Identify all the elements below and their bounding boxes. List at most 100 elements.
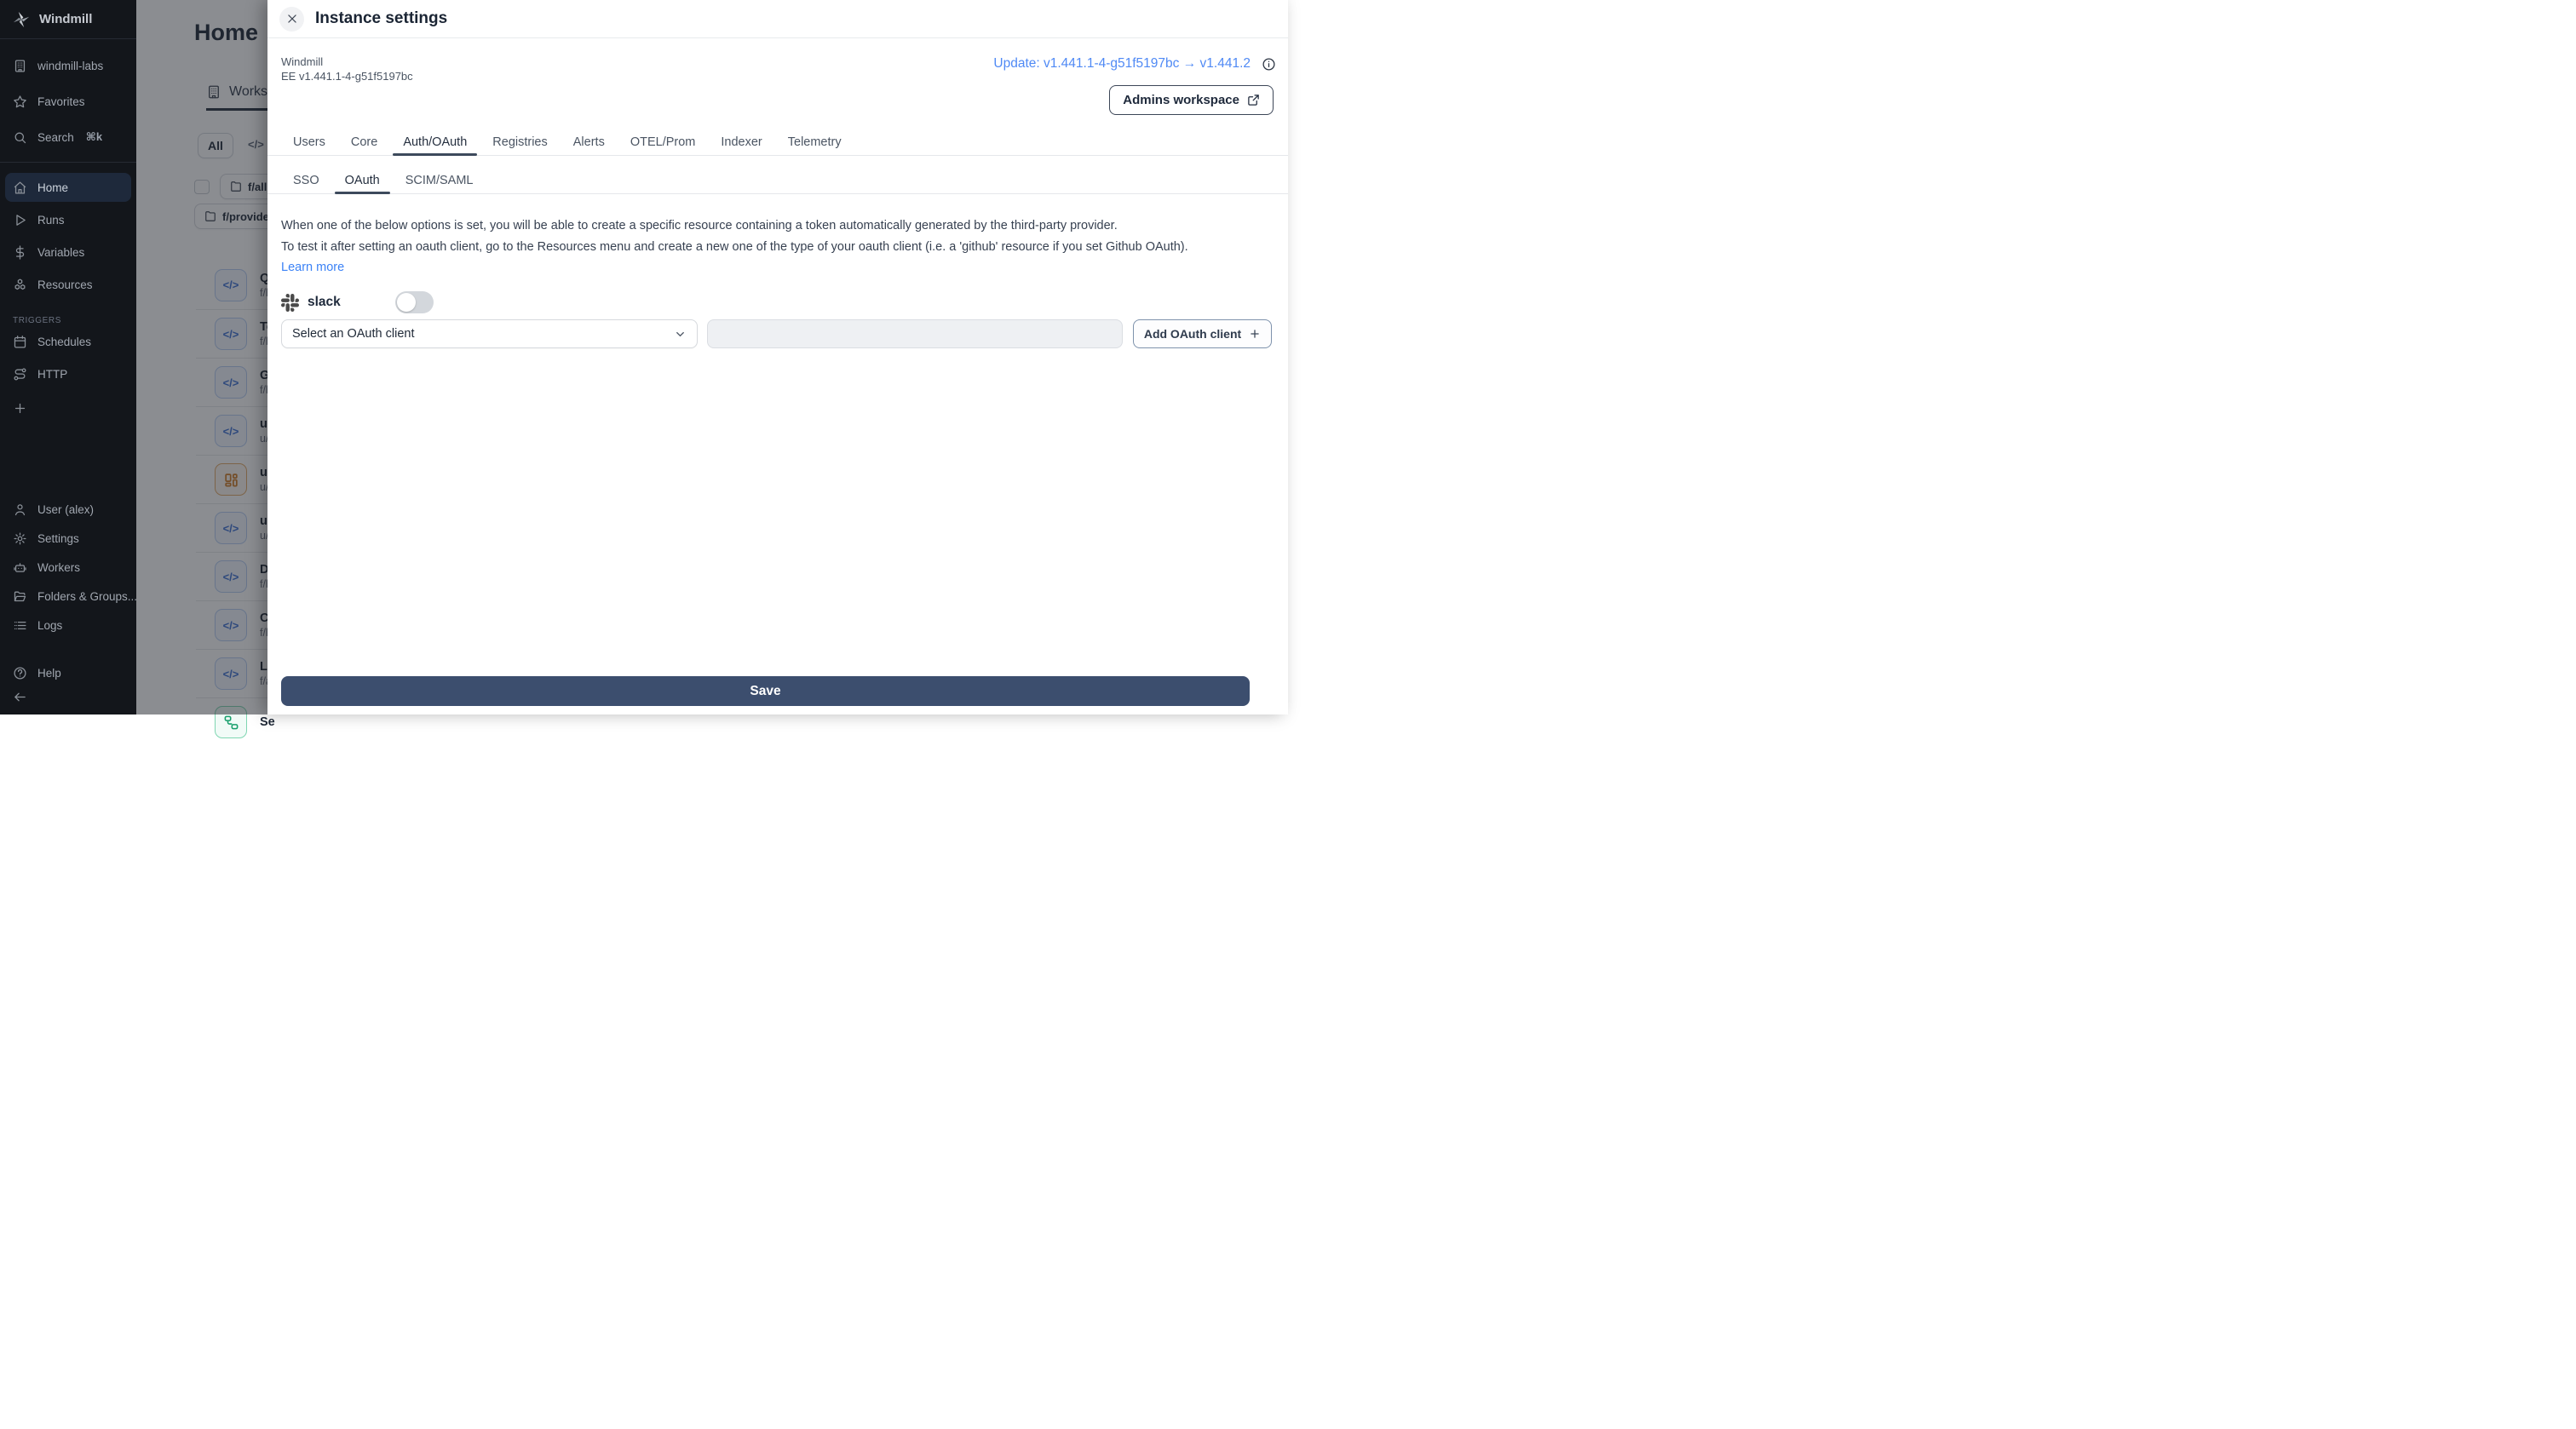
oauth-client-id-input[interactable] <box>707 319 1123 348</box>
sidebar-item-label: Folders & Groups... <box>37 589 138 603</box>
app-window: Home Works All </> f/all f/provide </> <box>0 0 1288 746</box>
add-trigger-button[interactable] <box>0 393 136 422</box>
windmill-logo[interactable]: Windmill <box>0 0 136 38</box>
drawer-title: Instance settings <box>315 9 448 27</box>
auth-subtabs: SSO OAuth SCIM/SAML <box>267 167 1288 194</box>
admins-workspace-label: Admins workspace <box>1123 93 1239 107</box>
tab-auth-oauth[interactable]: Auth/OAuth <box>393 129 478 156</box>
sidebar-item-label: Help <box>37 666 61 680</box>
app-name: Windmill <box>39 12 93 26</box>
tab-registries[interactable]: Registries <box>482 129 557 155</box>
sidebar-item-home[interactable]: Home <box>5 173 131 202</box>
list-icon <box>13 618 27 633</box>
sidebar-item-help[interactable]: Help <box>0 658 136 687</box>
sidebar-item-search[interactable]: Search ⌘k <box>0 123 136 152</box>
sidebar-item-workers[interactable]: Workers <box>0 553 136 582</box>
sidebar-item-label: Runs <box>37 213 65 227</box>
pinwheel-icon <box>13 11 30 27</box>
sidebar-item-folders-groups[interactable]: Folders & Groups... <box>0 582 138 611</box>
version-block: Windmill EE v1.441.1-4-g51f5197bc <box>281 55 413 83</box>
sidebar: Windmill windmill-labs Favorites Search … <box>0 0 138 714</box>
sidebar-item-label: Search <box>37 130 74 144</box>
drawer-header: Instance settings <box>267 0 1288 38</box>
folder-open-icon <box>13 589 27 604</box>
star-icon <box>13 95 27 109</box>
route-icon <box>13 367 27 382</box>
dollar-icon <box>13 244 27 260</box>
help-circle-icon <box>13 666 27 680</box>
slack-provider-row: slack <box>281 291 434 313</box>
sidebar-item-label: HTTP <box>37 367 68 381</box>
info-icon[interactable] <box>1262 57 1276 72</box>
sidebar-item-label: Logs <box>37 618 63 632</box>
collapse-sidebar-button[interactable] <box>0 687 136 706</box>
learn-more-link[interactable]: Learn more <box>281 261 344 274</box>
sidebar-item-label: User (alex) <box>37 502 95 516</box>
calendar-icon <box>13 335 27 349</box>
description-line-1: When one of the below options is set, yo… <box>281 219 1118 232</box>
tab-otel-prom[interactable]: OTEL/Prom <box>620 129 706 155</box>
plus-icon <box>1249 328 1261 340</box>
search-shortcut: ⌘k <box>85 130 103 143</box>
settings-tabs: Users Core Auth/OAuth Registries Alerts … <box>267 129 1288 156</box>
user-icon <box>13 502 27 517</box>
close-button[interactable] <box>279 6 304 32</box>
oauth-controls-row: Select an OAuth client Add OAuth client <box>281 319 1272 348</box>
sidebar-item-favorites[interactable]: Favorites <box>0 87 136 116</box>
instance-settings-drawer: Instance settings Windmill EE v1.441.1-4… <box>267 0 1288 714</box>
play-icon <box>13 213 27 227</box>
subtab-oauth[interactable]: OAuth <box>334 167 390 194</box>
sidebar-item-workspace[interactable]: windmill-labs <box>0 51 136 80</box>
gear-icon <box>13 531 27 546</box>
sidebar-item-settings[interactable]: Settings <box>0 524 136 553</box>
sidebar-item-label: Favorites <box>37 95 85 108</box>
add-oauth-client-label: Add OAuth client <box>1143 327 1242 341</box>
version-text: EE v1.441.1-4-g51f5197bc <box>281 70 413 83</box>
sidebar-item-label: Resources <box>37 278 93 291</box>
sidebar-item-label: windmill-labs <box>37 59 104 72</box>
bot-icon <box>13 560 27 575</box>
admins-workspace-button[interactable]: Admins workspace <box>1109 85 1274 115</box>
triggers-section-label: TRIGGERS <box>13 316 62 325</box>
search-icon <box>13 130 27 145</box>
slack-toggle[interactable] <box>395 291 434 313</box>
tab-users[interactable]: Users <box>283 129 336 155</box>
arrow-left-icon <box>13 690 27 704</box>
plus-icon <box>13 401 27 416</box>
sidebar-item-label: Settings <box>37 531 79 545</box>
building-icon <box>13 59 27 73</box>
oauth-description: When one of the below options is set, yo… <box>281 215 1262 257</box>
chevron-down-icon <box>674 328 687 341</box>
sidebar-item-label: Schedules <box>37 335 92 348</box>
tab-indexer[interactable]: Indexer <box>710 129 772 155</box>
description-line-2: To test it after setting an oauth client… <box>281 239 1188 254</box>
sidebar-item-resources[interactable]: Resources <box>0 270 136 299</box>
toggle-knob <box>397 293 416 312</box>
sidebar-item-variables[interactable]: Variables <box>0 238 136 267</box>
external-link-icon <box>1247 94 1260 106</box>
subtab-sso[interactable]: SSO <box>283 167 330 193</box>
close-icon <box>287 14 296 23</box>
update-link[interactable]: Update: v1.441.1-4-g51f5197bc → v1.441.2 <box>993 56 1251 72</box>
sidebar-item-schedules[interactable]: Schedules <box>0 327 136 356</box>
sidebar-item-logs[interactable]: Logs <box>0 611 136 640</box>
oauth-client-select[interactable]: Select an OAuth client <box>281 319 698 348</box>
save-button[interactable]: Save <box>281 676 1250 706</box>
add-oauth-client-button[interactable]: Add OAuth client <box>1133 319 1272 348</box>
sidebar-item-user[interactable]: User (alex) <box>0 495 136 524</box>
sidebar-item-label: Variables <box>37 245 85 259</box>
sidebar-item-runs[interactable]: Runs <box>0 205 136 234</box>
subtab-scim-saml[interactable]: SCIM/SAML <box>395 167 484 193</box>
sidebar-item-http[interactable]: HTTP <box>0 359 136 388</box>
sidebar-item-label: Workers <box>37 560 81 574</box>
slack-provider-label: slack <box>308 295 341 309</box>
update-row: Update: v1.441.1-4-g51f5197bc → v1.441.2 <box>993 56 1276 72</box>
tab-telemetry[interactable]: Telemetry <box>778 129 852 155</box>
boxes-icon <box>13 278 27 292</box>
tab-alerts[interactable]: Alerts <box>563 129 615 155</box>
oauth-client-select-value: Select an OAuth client <box>292 327 415 341</box>
home-icon <box>13 181 27 195</box>
tab-core[interactable]: Core <box>341 129 388 155</box>
slack-icon <box>281 293 299 312</box>
app-name: Windmill <box>281 55 324 68</box>
